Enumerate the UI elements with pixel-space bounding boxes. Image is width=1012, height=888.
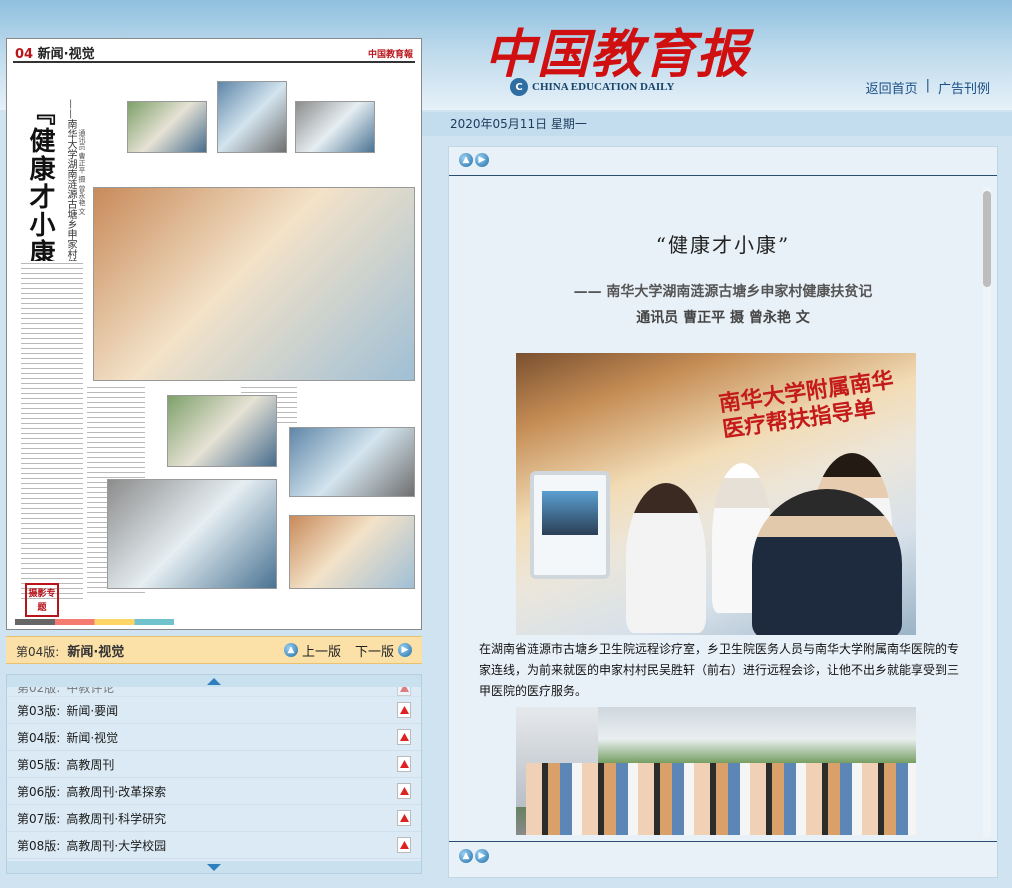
page-nav-bar: 第04版: 新闻·视觉 ▲ 上一版 下一版 ▶ [6,636,422,664]
edition-number: 第08版: [17,838,61,853]
article-photo-villagers[interactable] [516,707,916,835]
page-article-text[interactable] [21,261,83,601]
date-bar: 2020年05月11日 星期一 [422,112,1012,136]
page-section-header: 04 新闻·视觉 [15,43,95,62]
edition-number: 第05版: [17,757,61,772]
pdf-icon[interactable] [397,837,411,853]
scroll-down-button[interactable] [7,861,421,873]
page-photo[interactable] [217,81,287,153]
edition-number: 第06版: [17,784,61,799]
divider [449,841,997,842]
arrow-up-icon: ▲ [283,643,298,657]
page-masthead: 中国教育報 [367,50,413,60]
nav-ad-rates-link[interactable]: 广告刊例 [938,78,990,97]
logo-subtitle: C CHINA EDUCATION DAILY [510,78,674,96]
article-photo-caption: 在湖南省涟源市古塘乡卫生院远程诊疗室，乡卫生院医务人员与南华大学附属南华医院的专… [479,642,960,698]
zoom-in-icon[interactable]: ▲ [459,849,473,863]
pdf-icon[interactable] [397,810,411,826]
article-toolbar-top: ▲ ▶ [459,153,489,167]
edition-name: 高教周刊 [66,757,115,772]
edition-name: 高教周刊·大学校园 [66,838,167,853]
page-photo-caption [207,593,277,609]
article-authors: 通讯员 曹正平 摄 曾永艳 文 [636,310,810,326]
page-photo-caption [137,157,207,171]
edition-item[interactable]: 第06版: 高教周刊·改革探索 [7,778,421,805]
page-section-number: 04 [15,47,34,62]
pdf-icon[interactable] [397,702,411,718]
edition-number: 第04版: [17,730,61,745]
article-photo-remote-consult[interactable]: 南华大学附属南华 医疗帮扶指导单 [516,353,916,635]
page-header-rule [13,61,415,63]
zoom-in-icon[interactable]: ▲ [459,153,473,167]
triangle-up-icon [207,677,221,685]
edition-name: 高教周刊·科学研究 [66,811,167,826]
edition-item[interactable]: 第05版: 高教周刊 [7,751,421,778]
photo-feature-stamp: 摄影专题 [25,583,59,617]
article-subtitle: —— 南华大学湖南涟源古塘乡申家村健康扶贫记 [573,284,873,300]
photo-person [752,489,902,635]
page-section-name: 新闻·视觉 [37,47,95,62]
page-photo[interactable] [289,427,415,497]
edition-number: 第03版: [17,703,61,718]
zoom-out-icon[interactable]: ▶ [475,153,489,167]
photo-monitor [530,471,610,579]
current-page-number: 第04版: [16,644,60,659]
page-color-bar [15,619,413,625]
edition-name: 新闻·视觉 [66,730,119,745]
photo-person [626,483,706,633]
edition-items[interactable]: 第02版: 中教评论 第03版: 新闻·要闻 第04版: 新闻·视觉 第05版: 高教周刊 第0… [7,687,421,861]
current-page: 第04版: 新闻·视觉 [16,641,124,660]
arrow-right-icon: ▶ [398,643,412,657]
nav-home-link[interactable]: 返回首页 [866,78,918,97]
photo-wall-text: 南华大学附属南华 医疗帮扶指导单 [717,367,896,443]
edition-number: 第02版: [17,687,61,695]
photo-crowd [526,763,916,835]
top-nav: 返回首页 | 广告刊例 [866,78,990,97]
pdf-icon[interactable] [397,687,411,696]
edition-item[interactable]: 第04版: 新闻·视觉 [7,724,421,751]
edition-item[interactable]: 第07版: 高教周刊·科学研究 [7,805,421,832]
zoom-out-icon[interactable]: ▶ [475,849,489,863]
page-main-photo[interactable] [93,187,415,381]
previous-page-label: 上一版 [301,644,341,660]
issue-date: 2020年05月11日 星期一 [450,117,587,131]
article-panel: ▲ ▶ “健康才小康” —— 南华大学湖南涟源古塘乡申家村健康扶贫记 通讯员 曹… [448,146,998,878]
divider [449,175,997,176]
previous-page-button[interactable]: ▲ 上一版 [283,641,341,660]
page-photo[interactable] [107,479,277,589]
article-toolbar-bottom: ▲ ▶ [459,849,489,863]
triangle-down-icon [207,863,221,871]
page-photo-caption [299,157,369,171]
edition-list: 第02版: 中教评论 第03版: 新闻·要闻 第04版: 新闻·视觉 第05版: 高教周刊 第0… [6,674,422,874]
edition-name: 高教周刊·改革探索 [66,784,167,799]
edition-item[interactable]: 第02版: 中教评论 [7,687,421,697]
edition-name: 新闻·要闻 [66,703,119,718]
newspaper-logo[interactable]: 中国教育报 [484,12,749,87]
current-page-name: 新闻·视觉 [67,644,125,660]
newspaper-page-thumbnail[interactable]: 04 新闻·视觉 中国教育報 『健康才小康』 ——南华大学湖南涟源古塘乡申家村健… [6,38,422,630]
pdf-icon[interactable] [397,783,411,799]
edition-item[interactable]: 第08版: 高教周刊·大学校园 [7,832,421,859]
page-photo-caption [221,157,291,171]
edition-name: 中教评论 [66,687,115,695]
next-page-label: 下一版 [354,644,394,660]
logo-badge-icon: C [510,78,528,96]
page-photo[interactable] [127,101,207,153]
nav-separator: | [925,78,930,93]
page-photo[interactable] [167,395,277,467]
page-photo[interactable] [295,101,375,153]
page-byline: 通讯员 曹正平 摄 曾永艳 文 [78,129,86,215]
next-page-button[interactable]: 下一版 ▶ [355,641,412,660]
page-photo-caption [293,593,413,609]
edition-item[interactable]: 第03版: 新闻·要闻 [7,697,421,724]
pdf-icon[interactable] [397,729,411,745]
logo-english-name: CHINA EDUCATION DAILY [532,81,675,93]
page-photo[interactable] [289,515,415,589]
article-title: “健康才小康” [655,233,791,257]
scroll-up-button[interactable] [7,675,421,687]
edition-number: 第07版: [17,811,61,826]
pdf-icon[interactable] [397,756,411,772]
